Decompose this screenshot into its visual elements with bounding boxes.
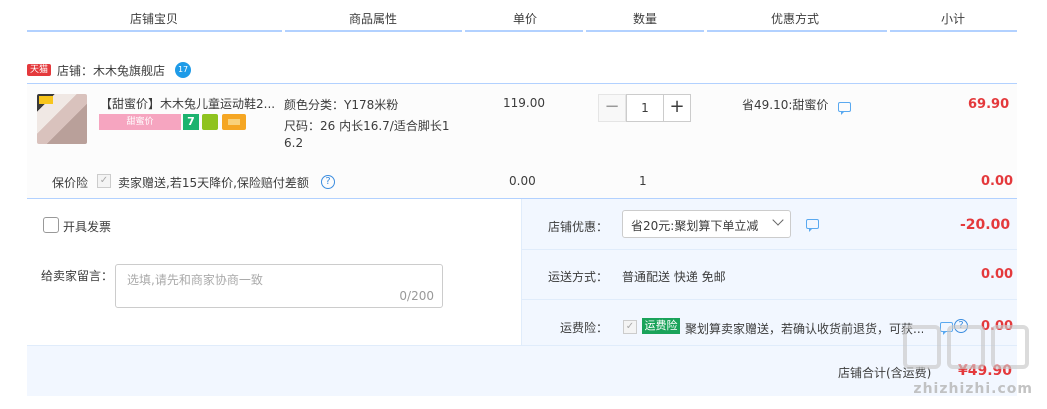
shop-discount-selected: 省20元:聚划算下单立减 — [631, 219, 759, 233]
seven-day-return-icon: 7 — [183, 114, 199, 130]
freight-insurance-desc: 聚划算卖家赠送，若确认收货前退货，可获... — [685, 322, 923, 336]
freight-insurance-tag: 运费险 — [642, 318, 680, 334]
watermark-glyph-box — [947, 325, 985, 369]
shop-discount-select[interactable]: 省20元:聚划算下单立减 — [622, 210, 791, 238]
invoice-checkbox[interactable] — [43, 217, 59, 233]
header-underline — [285, 30, 462, 32]
col-attr-header: 商品属性 — [349, 12, 398, 26]
shipping-value: 普通配送 快递 免邮 — [622, 270, 726, 284]
shipping-label: 运送方式： — [548, 270, 609, 284]
guarantee-icon — [202, 114, 218, 130]
attr-size-cont: 6.2 — [284, 136, 304, 150]
header-underline — [27, 30, 282, 32]
divider — [522, 249, 1017, 250]
message-char-counter: 0/200 — [399, 289, 434, 303]
attr-color: 颜色分类：Y178米粉 — [284, 98, 399, 112]
discount-method: 省49.10:甜蜜价 — [742, 98, 829, 112]
table-header: 店铺宝贝 商品属性 单价 数量 优惠方式 小计 — [0, 0, 1047, 32]
divider — [522, 299, 1017, 300]
wangwang-chat-icon[interactable]: 17 — [175, 62, 192, 78]
watermark-logo — [903, 325, 1033, 373]
credit-card-icon — [222, 114, 246, 130]
watermark-glyph-box — [903, 325, 941, 369]
shipping-amount: 0.00 — [981, 267, 1014, 282]
freight-insurance-label: 运费险： — [560, 321, 609, 335]
product-thumbnail[interactable] — [37, 94, 87, 144]
header-underline — [586, 30, 704, 32]
discount-comment-icon[interactable] — [806, 219, 819, 232]
message-placeholder: 选填,请先和商家协商一致 — [127, 273, 263, 287]
chevron-down-icon — [772, 214, 784, 226]
price-protection-label: 保价险 — [52, 176, 89, 190]
insurance-price: 0.00 — [509, 174, 536, 188]
sweet-price-tag: 甜蜜价 — [99, 114, 181, 130]
tmall-badge: 天猫 — [27, 64, 52, 76]
seller-message-textarea[interactable]: 选填,请先和商家协商一致 0/200 — [115, 264, 443, 308]
header-underline — [890, 30, 1017, 32]
quantity-increase-button[interactable]: + — [663, 94, 691, 122]
col-discount-header: 优惠方式 — [771, 12, 820, 26]
discount-comment-icon[interactable] — [838, 102, 851, 115]
col-item-header: 店铺宝贝 — [130, 12, 179, 26]
invoice-label: 开具发票 — [63, 220, 112, 234]
watermark-text: zhizhizhi.com — [913, 381, 1033, 397]
watermark-glyph-box — [991, 325, 1029, 369]
insurance-subtotal: 0.00 — [981, 174, 1014, 189]
header-underline — [465, 30, 583, 32]
product-title-link[interactable]: 【甜蜜价】木木兔儿童运动鞋2... — [100, 95, 278, 112]
shop-discount-amount: -20.00 — [960, 217, 1011, 233]
help-icon[interactable]: ? — [321, 175, 335, 189]
shop-name-link[interactable]: 店铺：木木兔旗舰店 — [57, 62, 165, 79]
quantity-stepper: − + — [598, 94, 691, 122]
price-protection-checkbox[interactable]: ✓ — [97, 174, 111, 188]
shop-row: 天猫 店铺：木木兔旗舰店 17 — [27, 60, 192, 80]
attr-size: 尺码：26 内长16.7/适合脚长1 — [284, 119, 450, 133]
freight-insurance-checkbox[interactable]: ✓ — [623, 320, 637, 334]
message-label: 给卖家留言： — [41, 269, 114, 283]
unit-price: 119.00 — [503, 96, 545, 110]
quantity-decrease-button[interactable]: − — [598, 94, 626, 122]
col-price-header: 单价 — [513, 12, 538, 26]
col-qty-header: 数量 — [633, 12, 658, 26]
item-subtotal: 69.90 — [968, 97, 1010, 112]
quantity-input[interactable] — [627, 95, 663, 121]
thumbnail-corner-tag — [39, 96, 53, 104]
price-protection-desc: 卖家赠送,若15天降价,保险赔付差额 — [118, 176, 309, 190]
col-subtotal-header: 小计 — [941, 12, 966, 26]
header-underline — [707, 30, 887, 32]
shop-discount-label: 店铺优惠： — [548, 220, 609, 234]
insurance-qty: 1 — [639, 174, 647, 188]
